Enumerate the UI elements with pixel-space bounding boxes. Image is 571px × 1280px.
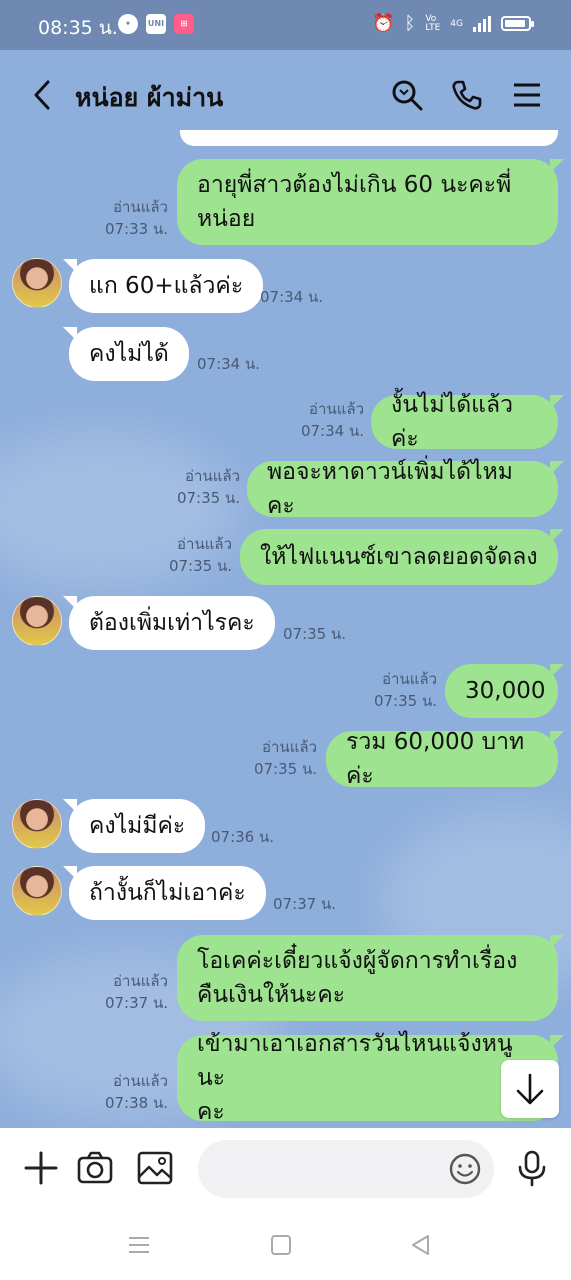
message-text: แก 60+แล้วค่ะ — [89, 273, 244, 299]
status-time: 08:35 น. — [38, 17, 118, 39]
message-bubble-outgoing[interactable]: 30,000 — [445, 664, 564, 718]
alarm-icon: ⏰ — [372, 13, 395, 34]
message-bubble-outgoing[interactable]: อายุพี่สาวต้องไม่เกิน 60 นะคะพี่ หน่อย — [177, 159, 564, 245]
home-icon[interactable] — [268, 1232, 294, 1258]
message-text: รวม 60,000 บาทค่ะ — [346, 729, 525, 789]
message-meta: อ่านแล้ว 07:35 น. — [253, 736, 317, 780]
message-bubble-incoming[interactable]: คงไม่ได้ — [63, 327, 189, 381]
message-input-bar — [0, 1128, 571, 1210]
chat-area[interactable]: หน่อย ผ้าม่าน อ่านแล้ว 07:33 น. อายุพี่ส… — [0, 50, 571, 1128]
bank-app-icon: ✦ — [118, 14, 138, 34]
contact-avatar[interactable] — [12, 866, 62, 916]
chat-header: หน่อย ผ้าม่าน — [0, 50, 571, 142]
previous-message-bubble — [180, 130, 558, 146]
message-meta: อ่านแล้ว 07:34 น. — [300, 398, 364, 442]
menu-icon[interactable] — [510, 78, 544, 112]
uniqlo-app-icon: UNI — [146, 14, 166, 34]
arrow-down-icon — [516, 1073, 544, 1105]
message-text: อายุพี่สาวต้องไม่เกิน 60 นะคะพี่ — [197, 172, 512, 198]
notification-icons: ✦ UNI ⊞ — [118, 14, 194, 34]
message-bubble-incoming[interactable]: คงไม่มีค่ะ — [62, 799, 206, 853]
message-time: 07:36 น. — [211, 828, 275, 846]
message-time: 07:34 น. — [197, 355, 261, 373]
message-time: 07:35 น. — [373, 692, 437, 710]
contact-avatar[interactable] — [12, 596, 62, 646]
read-receipt: อ่านแล้ว — [262, 738, 317, 756]
contact-avatar[interactable] — [12, 258, 62, 308]
message-text: คะ — [197, 1099, 225, 1125]
message-time: 07:37 น. — [273, 895, 337, 913]
message-text: ให้ไฟแนนซ์เขาลดยอดจัดลง — [260, 544, 538, 570]
network-type-icon: 4G — [450, 18, 463, 29]
image-gallery-icon[interactable] — [135, 1148, 175, 1188]
message-bubble-incoming[interactable]: ถ้างั้นก็ไม่เอาค่ะ — [63, 866, 266, 920]
read-receipt: อ่านแล้ว — [309, 400, 364, 418]
search-icon[interactable] — [390, 78, 424, 112]
read-receipt: อ่านแล้ว — [177, 535, 232, 553]
message-text: พอจะหาดาวน์เพิ่มได้ไหมคะ — [267, 459, 513, 519]
message-meta: อ่านแล้ว 07:35 น. — [373, 668, 437, 712]
scroll-to-bottom-button[interactable] — [501, 1060, 559, 1118]
read-receipt: อ่านแล้ว — [113, 1072, 168, 1090]
system-navigation-bar — [0, 1210, 571, 1280]
chat-title: หน่อย ผ้าม่าน — [75, 83, 224, 112]
read-receipt: อ่านแล้ว — [113, 972, 168, 990]
message-time: 07:33 น. — [104, 220, 168, 238]
status-bar: 08:35 น. ✦ UNI ⊞ ⏰ ᛒ Vo LTE 4G — [0, 0, 571, 50]
message-text: คืนเงินให้นะคะ — [197, 982, 346, 1008]
message-meta: อ่านแล้ว 07:35 น. — [168, 533, 232, 577]
recent-apps-icon[interactable] — [126, 1232, 152, 1258]
message-bubble-incoming[interactable]: ต้องเพิ่มเท่าไรคะ — [63, 596, 275, 650]
message-text: คงไม่มีค่ะ — [89, 813, 186, 839]
message-time: 07:34 น. — [300, 422, 364, 440]
message-meta: อ่านแล้ว 07:37 น. — [100, 970, 168, 1014]
message-time: 07:35 น. — [253, 760, 317, 778]
bluetooth-icon: ᛒ — [404, 13, 416, 34]
message-time: 07:35 น. — [283, 625, 347, 643]
camera-icon[interactable] — [75, 1148, 115, 1188]
message-time: 07:35 น. — [168, 557, 232, 575]
back-icon[interactable] — [408, 1232, 434, 1258]
system-icons: ⏰ ᛒ Vo LTE 4G — [372, 13, 534, 34]
microphone-icon[interactable] — [512, 1148, 552, 1188]
message-bubble-outgoing[interactable]: พอจะหาดาวน์เพิ่มได้ไหมคะ — [247, 459, 564, 519]
message-bubble-incoming[interactable]: แก 60+แล้วค่ะ — [62, 259, 264, 313]
message-time: 07:38 น. — [104, 1094, 168, 1112]
message-bubble-outgoing[interactable]: โอเคค่ะเดี๋ยวแจ้งผู้จัดการทำเรื่อง คืนเง… — [177, 935, 564, 1021]
message-bubble-outgoing[interactable]: รวม 60,000 บาทค่ะ — [326, 729, 564, 789]
message-time: 07:34 น. — [260, 288, 324, 306]
back-arrow-icon[interactable] — [30, 78, 56, 112]
message-text: โอเคค่ะเดี๋ยวแจ้งผู้จัดการทำเรื่อง — [197, 948, 518, 974]
volte-icon: Vo LTE — [425, 13, 441, 33]
message-meta: อ่านแล้ว 07:33 น. — [100, 196, 168, 240]
message-text: หน่อย — [197, 206, 256, 232]
message-bubble-outgoing[interactable]: ให้ไฟแนนซ์เขาลดยอดจัดลง — [240, 529, 564, 585]
signal-icon — [473, 15, 491, 32]
read-receipt: อ่านแล้ว — [113, 198, 168, 216]
battery-icon — [501, 16, 534, 31]
message-text: ถ้างั้นก็ไม่เอาค่ะ — [89, 880, 246, 906]
emoji-icon[interactable] — [448, 1152, 482, 1186]
message-bubble-outgoing[interactable]: งั้นไม่ได้แล้วค่ะ — [371, 392, 564, 452]
message-text: งั้นไม่ได้แล้วค่ะ — [391, 392, 514, 452]
contact-avatar[interactable] — [12, 799, 62, 849]
phone-call-icon[interactable] — [450, 78, 484, 112]
plus-icon[interactable] — [21, 1148, 61, 1188]
message-text: คงไม่ได้ — [89, 341, 169, 367]
message-meta: อ่านแล้ว 07:35 น. — [176, 465, 240, 509]
message-text: 30,000 — [465, 678, 546, 704]
message-time: 07:35 น. — [176, 489, 240, 507]
message-meta: อ่านแล้ว 07:38 น. — [100, 1070, 168, 1114]
read-receipt: อ่านแล้ว — [185, 467, 240, 485]
shopping-app-icon: ⊞ — [174, 14, 194, 34]
read-receipt: อ่านแล้ว — [382, 670, 437, 688]
message-text: ต้องเพิ่มเท่าไรคะ — [89, 610, 255, 636]
message-text: เข้ามาเอาเอกสารวันไหนแจ้งหนูนะ — [197, 1031, 513, 1091]
message-time: 07:37 น. — [104, 994, 168, 1012]
